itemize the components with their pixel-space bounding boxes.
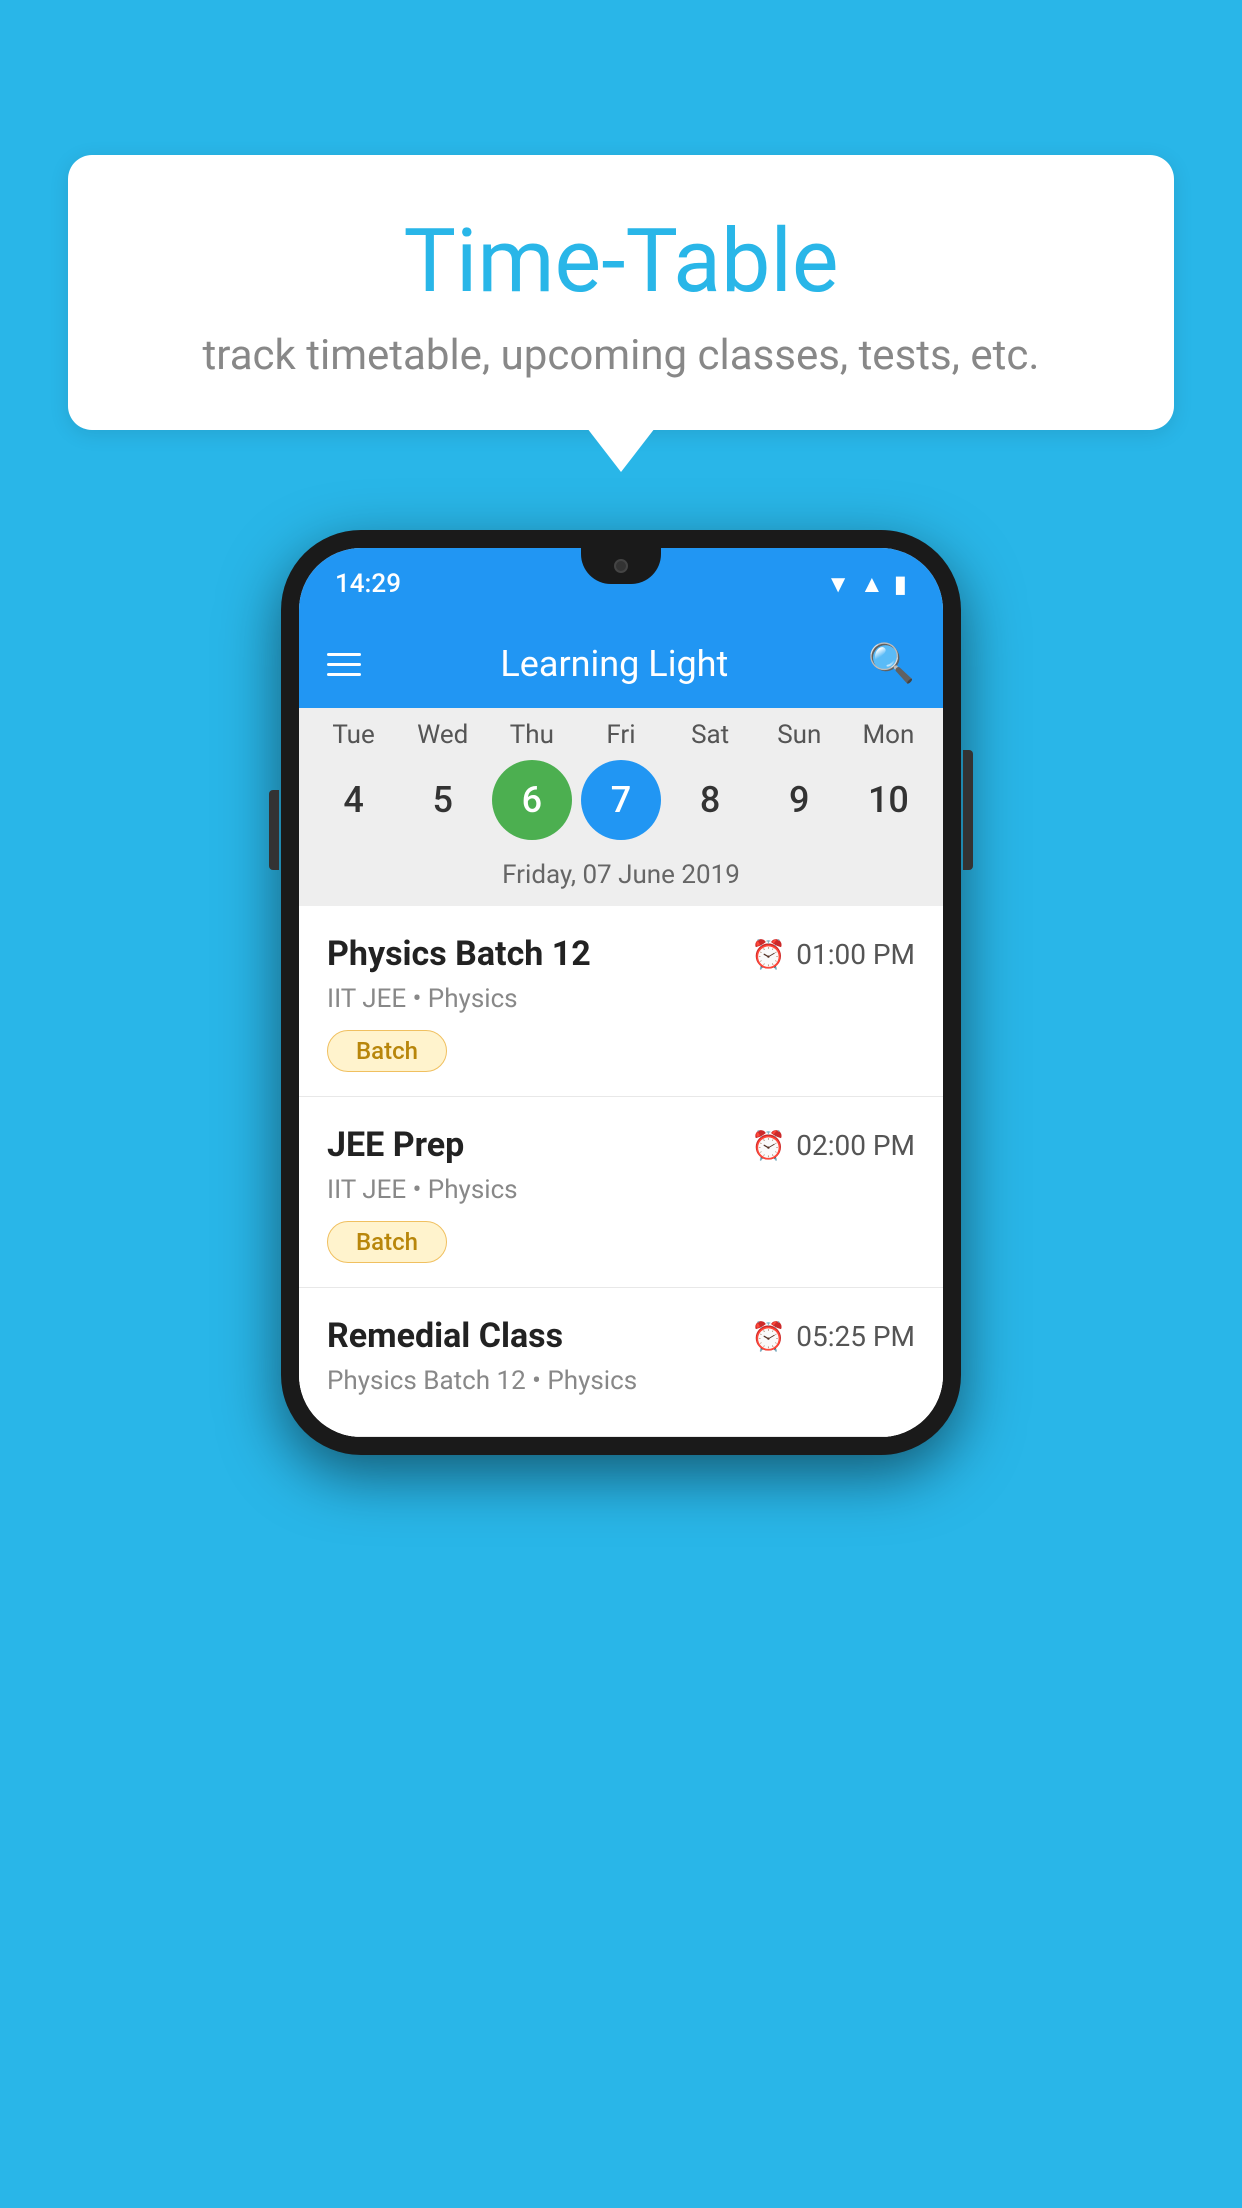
day-header-thu: Thu — [492, 720, 572, 750]
event-subtitle-1: IIT JEE • Physics — [327, 984, 915, 1014]
events-list: Physics Batch 12 ⏰ 01:00 PM IIT JEE • Ph… — [299, 906, 943, 1437]
day-headers: Tue Wed Thu Fri Sat Sun Mon — [299, 720, 943, 760]
speech-bubble-container: Time-Table track timetable, upcoming cla… — [68, 155, 1174, 430]
event-time-3: ⏰ 05:25 PM — [751, 1320, 915, 1353]
event-header-1: Physics Batch 12 ⏰ 01:00 PM — [327, 934, 915, 974]
status-bar: 14:29 ▼ ▲ ▮ — [299, 548, 943, 620]
signal-icon: ▲ — [860, 570, 884, 599]
day-9[interactable]: 9 — [759, 760, 839, 840]
day-header-tue: Tue — [314, 720, 394, 750]
event-time-value-3: 05:25 PM — [796, 1320, 915, 1353]
event-time-2: ⏰ 02:00 PM — [751, 1129, 915, 1162]
menu-button[interactable] — [327, 653, 361, 676]
feature-title: Time-Table — [128, 210, 1114, 313]
event-subtitle-3: Physics Batch 12 • Physics — [327, 1366, 915, 1396]
status-time: 14:29 — [335, 569, 401, 599]
day-10[interactable]: 10 — [848, 760, 928, 840]
day-8[interactable]: 8 — [670, 760, 750, 840]
phone-screen: 14:29 ▼ ▲ ▮ Learning Light 🔍 — [299, 548, 943, 1437]
event-title-1: Physics Batch 12 — [327, 934, 591, 974]
day-header-wed: Wed — [403, 720, 483, 750]
event-title-3: Remedial Class — [327, 1316, 563, 1356]
clock-icon-2: ⏰ — [751, 1129, 786, 1162]
event-item-2[interactable]: JEE Prep ⏰ 02:00 PM IIT JEE • Physics Ba… — [299, 1097, 943, 1288]
day-5[interactable]: 5 — [403, 760, 483, 840]
feature-subtitle: track timetable, upcoming classes, tests… — [128, 331, 1114, 380]
day-7-selected[interactable]: 7 — [581, 760, 661, 840]
event-title-2: JEE Prep — [327, 1125, 464, 1165]
day-header-sat: Sat — [670, 720, 750, 750]
app-header: Learning Light 🔍 — [299, 620, 943, 708]
search-button[interactable]: 🔍 — [868, 642, 915, 686]
app-title: Learning Light — [500, 643, 728, 685]
day-header-sun: Sun — [759, 720, 839, 750]
event-header-2: JEE Prep ⏰ 02:00 PM — [327, 1125, 915, 1165]
battery-icon: ▮ — [894, 570, 907, 598]
speech-bubble: Time-Table track timetable, upcoming cla… — [68, 155, 1174, 430]
phone-mockup: 14:29 ▼ ▲ ▮ Learning Light 🔍 — [281, 530, 961, 1455]
status-icons: ▼ ▲ ▮ — [826, 570, 907, 599]
calendar-strip: Tue Wed Thu Fri Sat Sun Mon 4 5 6 7 8 9 … — [299, 708, 943, 906]
batch-badge-1: Batch — [327, 1030, 447, 1072]
phone-outer: 14:29 ▼ ▲ ▮ Learning Light 🔍 — [281, 530, 961, 1455]
clock-icon-3: ⏰ — [751, 1320, 786, 1353]
batch-badge-2: Batch — [327, 1221, 447, 1263]
event-subtitle-2: IIT JEE • Physics — [327, 1175, 915, 1205]
selected-date-label: Friday, 07 June 2019 — [299, 856, 943, 906]
event-time-1: ⏰ 01:00 PM — [751, 938, 915, 971]
day-numbers: 4 5 6 7 8 9 10 — [299, 760, 943, 856]
event-header-3: Remedial Class ⏰ 05:25 PM — [327, 1316, 915, 1356]
camera — [614, 559, 628, 573]
notch — [581, 548, 661, 584]
day-header-mon: Mon — [848, 720, 928, 750]
event-item-3[interactable]: Remedial Class ⏰ 05:25 PM Physics Batch … — [299, 1288, 943, 1437]
wifi-icon: ▼ — [826, 570, 850, 599]
event-time-value-2: 02:00 PM — [796, 1129, 915, 1162]
event-item-1[interactable]: Physics Batch 12 ⏰ 01:00 PM IIT JEE • Ph… — [299, 906, 943, 1097]
day-4[interactable]: 4 — [314, 760, 394, 840]
event-time-value-1: 01:00 PM — [796, 938, 915, 971]
day-header-fri: Fri — [581, 720, 661, 750]
day-6-today[interactable]: 6 — [492, 760, 572, 840]
clock-icon-1: ⏰ — [751, 938, 786, 971]
